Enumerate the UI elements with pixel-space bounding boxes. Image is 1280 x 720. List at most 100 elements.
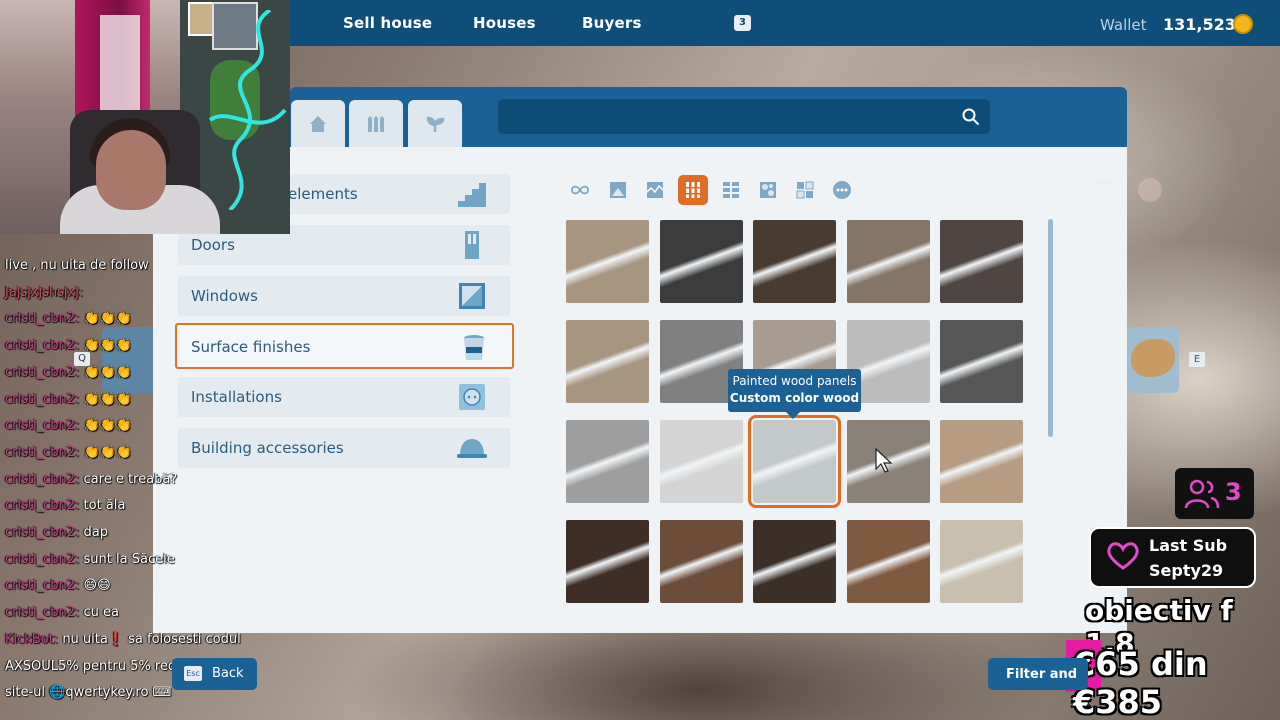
- chat-message: site-ul 🌐qwertykey.ro ⌨: [5, 685, 171, 700]
- tab-plant[interactable]: [408, 100, 462, 147]
- filter-label: Filter and: [1006, 667, 1078, 682]
- paint-tool-button[interactable]: [1127, 327, 1179, 393]
- webcam-overlay: [0, 0, 290, 234]
- filter-mosaic[interactable]: [790, 175, 820, 205]
- material-tile[interactable]: [566, 520, 649, 603]
- tooltip-subtitle: Custom color wood: [729, 391, 860, 405]
- chat-username: cristi_cbn2:: [5, 338, 80, 354]
- back-label: Back: [212, 666, 244, 681]
- back-button[interactable]: Esc Back: [172, 658, 257, 690]
- list-item-label: Surface finishes: [191, 338, 311, 356]
- wallet-value: 131,523: [1163, 15, 1236, 34]
- material-tile[interactable]: [940, 220, 1023, 303]
- wood-panels-icon: [686, 182, 700, 198]
- faded-side-icons: [1095, 178, 1162, 202]
- chat-message: cristi_cbn2: 👏👏👏: [5, 392, 132, 407]
- filter-stone[interactable]: [753, 175, 783, 205]
- chat-message: cristi_cbn2: tot ăla: [5, 498, 125, 513]
- tab-fence[interactable]: [349, 100, 403, 147]
- chat-username: KickBot:: [5, 631, 59, 647]
- material-tile[interactable]: [566, 320, 649, 403]
- filter-pattern[interactable]: [640, 175, 670, 205]
- filter-tiles[interactable]: [716, 175, 746, 205]
- window-icon: [459, 283, 485, 309]
- list-item-building-accessories[interactable]: Building accessories: [178, 428, 510, 468]
- material-tile[interactable]: [847, 220, 930, 303]
- list-item-label: elements: [288, 185, 358, 203]
- chat-text: 👏👏👏: [83, 418, 133, 434]
- material-tile[interactable]: [847, 520, 930, 603]
- list-item-label: Windows: [191, 287, 258, 305]
- house-icon: [310, 116, 326, 132]
- list-item-label: Building accessories: [191, 439, 344, 457]
- chat-text: sunt la Săcele: [83, 551, 175, 567]
- chat-text: 👏👏👏: [83, 364, 133, 380]
- e-key-hint: E: [1189, 352, 1205, 367]
- filter-picture[interactable]: [603, 175, 633, 205]
- last-sub-title: Last Sub: [1149, 536, 1228, 555]
- goal-progress-text: €65 din €385: [1073, 645, 1208, 720]
- material-tile[interactable]: [660, 220, 743, 303]
- tiles-icon: [723, 182, 739, 198]
- coin-icon: [1233, 14, 1253, 34]
- tooltip-arrow: [786, 412, 800, 419]
- filter-wood-panels[interactable]: [678, 175, 708, 205]
- door-icon: [465, 231, 479, 259]
- material-tile[interactable]: [753, 220, 836, 303]
- search-input[interactable]: [498, 99, 990, 134]
- chat-username: cristi_cbn2:: [5, 498, 80, 514]
- neon-light: [208, 10, 287, 210]
- more-icon: [833, 181, 851, 199]
- material-tile[interactable]: [566, 220, 649, 303]
- chat-username: cristi_cbn2:: [5, 444, 80, 460]
- material-tile[interactable]: [940, 320, 1023, 403]
- chat-text: tot ăla: [83, 498, 126, 514]
- streamer-face: [96, 130, 166, 210]
- chat-message: cristi_cbn2: sunt la Săcele: [5, 552, 175, 567]
- chat-text: 👏👏👏: [83, 338, 133, 354]
- tab-house[interactable]: [291, 100, 345, 147]
- material-tile[interactable]: [566, 420, 649, 503]
- material-tile[interactable]: [660, 420, 743, 503]
- stone-icon: [760, 182, 776, 198]
- chat-message: cristi_cbn2: 👏👏👏: [5, 445, 132, 460]
- search-icon[interactable]: [962, 108, 980, 126]
- chat-message: cristi_cbn2: cu ea: [5, 605, 119, 620]
- material-tile[interactable]: [753, 520, 836, 603]
- chat-username: cristi_cbn2:: [5, 471, 80, 487]
- list-item-label: Installations: [191, 388, 282, 406]
- window-light: [100, 15, 140, 125]
- left-tool-button[interactable]: [102, 327, 153, 393]
- material-tile[interactable]: [660, 520, 743, 603]
- viewers-icon: [1184, 479, 1220, 509]
- nav-houses[interactable]: Houses: [473, 14, 536, 32]
- list-item-windows[interactable]: Windows: [178, 276, 510, 316]
- material-tile[interactable]: [940, 420, 1023, 503]
- filter-button[interactable]: Filter and: [988, 658, 1088, 690]
- list-item-label: Doors: [191, 236, 235, 254]
- chat-username: cristi_cbn2:: [5, 605, 80, 621]
- filter-all[interactable]: [565, 175, 595, 205]
- mouse-cursor-icon: [875, 448, 893, 473]
- material-tile[interactable]: [748, 415, 841, 508]
- fence-icon: [368, 116, 384, 132]
- filter-more[interactable]: [827, 175, 857, 205]
- chat-message: Jajsjxjshsjxj:: [5, 285, 83, 300]
- chat-username: cristi_cbn2:: [5, 578, 80, 594]
- list-item-surface-finishes[interactable]: Surface finishes: [175, 323, 514, 369]
- esc-key-hint: Esc: [184, 666, 202, 681]
- nav-buyers[interactable]: Buyers: [582, 14, 642, 32]
- chat-text: 👏👏👏: [83, 391, 133, 407]
- nav-sell-house[interactable]: Sell house: [343, 14, 432, 32]
- chat-text: care e treabă?: [83, 471, 178, 487]
- stairs-icon: [458, 183, 486, 207]
- list-item-installations[interactable]: Installations: [178, 377, 510, 417]
- chat-message: live , nu uita de follow: [5, 258, 149, 273]
- grid-scrollbar[interactable]: [1048, 219, 1053, 437]
- hard-hat-icon: [457, 439, 487, 458]
- chat-message: cristi_cbn2: 👏👏👏: [5, 311, 132, 326]
- material-tile[interactable]: [940, 520, 1023, 603]
- picture-icon: [610, 182, 626, 198]
- notification-badge[interactable]: 3: [734, 15, 751, 31]
- mosaic-icon: [796, 181, 814, 199]
